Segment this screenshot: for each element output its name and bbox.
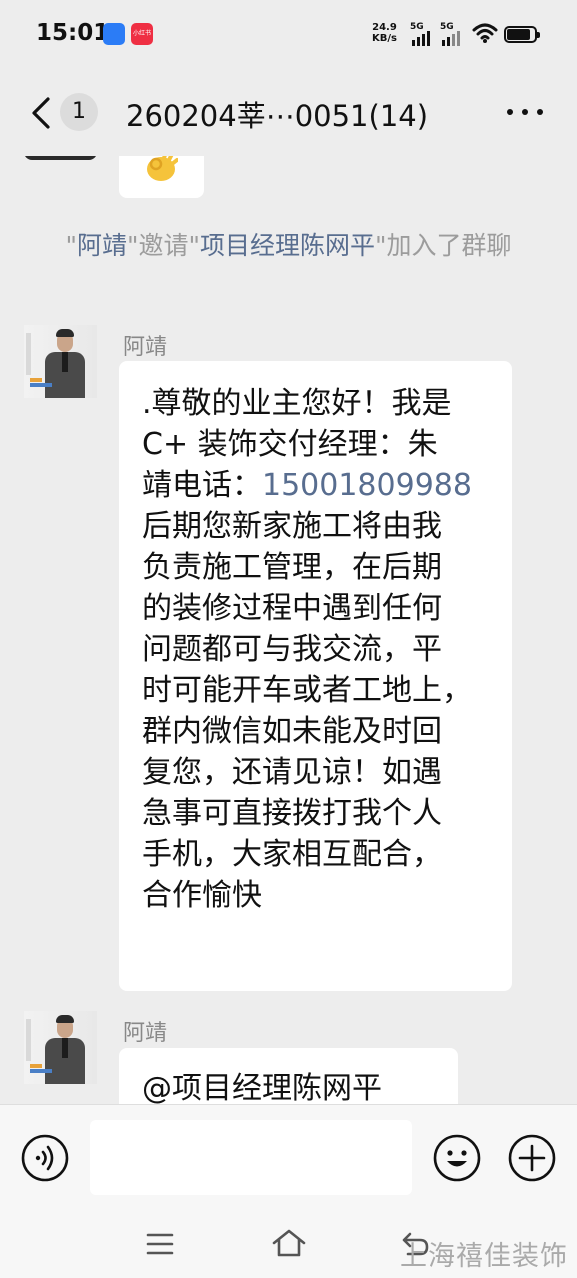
message-line: 合作愉快	[142, 878, 262, 913]
back-arrow-icon[interactable]	[28, 96, 56, 130]
more-options-icon[interactable]	[505, 109, 545, 117]
sender-name: 阿靖	[123, 1021, 168, 1046]
system-invite-verb: 邀请	[138, 231, 189, 260]
message-bubble[interactable]: @项目经理陈网平	[119, 1048, 458, 1104]
menu-icon[interactable]	[146, 1232, 174, 1256]
xiaohongshu-notification-icon: 小红书	[131, 23, 153, 45]
message-line: C+ 装饰交付经理：朱	[142, 427, 438, 462]
message-line: 的装修过程中遇到任何	[142, 591, 442, 626]
sender-avatar[interactable]	[24, 325, 97, 398]
message-line: 手机，大家相互配合，	[142, 837, 442, 872]
voice-input-icon[interactable]	[21, 1134, 69, 1182]
message-line: 急事可直接拨打我个人	[142, 796, 442, 831]
ok-hand-emoji-icon	[147, 156, 178, 181]
message-text: @项目经理陈网平	[142, 1071, 382, 1104]
home-icon[interactable]	[271, 1228, 307, 1258]
network-speed-unit: KB/s	[372, 33, 397, 44]
system-invitee[interactable]: 项目经理陈网平	[200, 231, 375, 260]
system-navigation-bar: 上海禧佳装饰	[0, 1210, 577, 1278]
system-inviter[interactable]: 阿靖	[77, 231, 127, 260]
signal-1-label: 5G	[410, 22, 424, 32]
chat-header: 1 260204莘⋯0051(14)	[0, 70, 577, 156]
signal-2-label: 5G	[440, 22, 454, 32]
network-speed: 24.9 KB/s	[372, 22, 397, 44]
wifi-icon	[472, 23, 498, 43]
battery-icon	[504, 26, 540, 43]
watermark: 上海禧佳装饰	[400, 1241, 568, 1272]
message-list[interactable]: "阿靖"邀请"项目经理陈网平"加入了群聊 阿靖 .尊敬的业主您好！我是 C+ 装…	[0, 156, 577, 1104]
message-input[interactable]	[90, 1120, 412, 1195]
phone-number-link[interactable]: 15001809988	[262, 468, 472, 503]
status-bar: 15:01 小红书 24.9 KB/s 5G 5G	[0, 0, 577, 70]
message-line: 时可能开车或者工地上，	[142, 673, 472, 708]
avatar[interactable]	[24, 156, 97, 160]
message-line-text: 靖电话：	[142, 468, 262, 503]
add-more-icon[interactable]	[508, 1134, 556, 1182]
message-line: 复您，还请见谅！如遇	[142, 755, 442, 790]
message-bubble[interactable]: .尊敬的业主您好！我是 C+ 装饰交付经理：朱 靖电话：15001809988 …	[119, 361, 512, 991]
message-bubble[interactable]	[119, 156, 204, 198]
sender-avatar[interactable]	[24, 1011, 97, 1084]
message-line: 群内微信如未能及时回	[142, 714, 442, 749]
emoji-icon[interactable]	[433, 1134, 481, 1182]
status-time: 15:01	[36, 20, 110, 46]
message-line: 靖电话：15001809988	[142, 465, 494, 506]
message-line: 负责施工管理，在后期	[142, 550, 442, 585]
system-message: "阿靖"邀请"项目经理陈网平"加入了群聊	[65, 231, 512, 260]
chat-title: 260204莘⋯0051(14)	[126, 99, 429, 133]
app-notification-icon	[103, 23, 125, 45]
network-speed-value: 24.9	[372, 22, 397, 33]
message-line: .尊敬的业主您好！我是	[142, 386, 452, 421]
sender-name: 阿靖	[123, 335, 168, 360]
message-line: 后期您新家施工将由我	[142, 509, 442, 544]
system-joined: 加入了群聊	[386, 231, 512, 260]
unread-count-badge[interactable]: 1	[60, 93, 98, 131]
input-bar	[0, 1104, 577, 1211]
message-line: 问题都可与我交流，平	[142, 632, 442, 667]
